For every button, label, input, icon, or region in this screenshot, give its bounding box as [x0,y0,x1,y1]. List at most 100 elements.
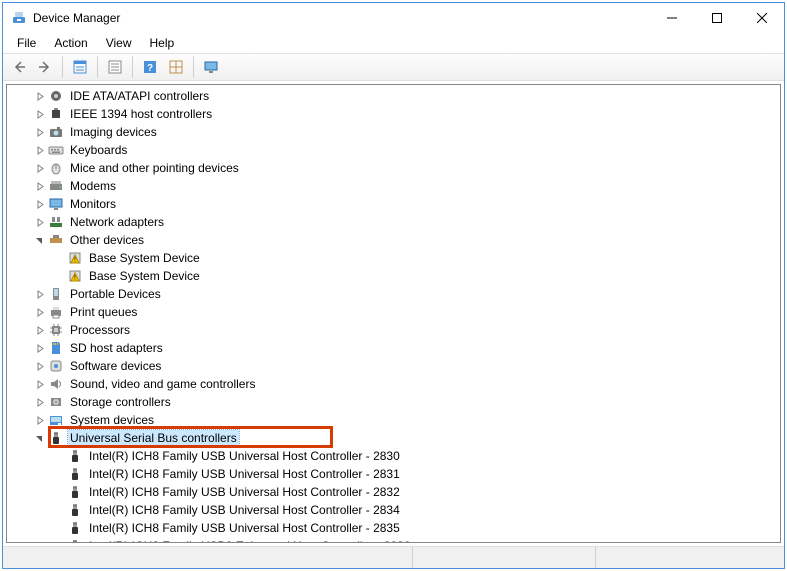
chevron-right-icon[interactable] [32,340,48,356]
tree-node[interactable]: Print queues [9,303,780,321]
app-icon [11,10,27,26]
tree-node[interactable]: !Base System Device [9,249,780,267]
tree-node-label: Modems [68,178,118,195]
expander-none [51,250,67,266]
device-manager-window: Device Manager File Action View Help [2,2,785,569]
tree-node[interactable]: Portable Devices [9,285,780,303]
toolbar: ? [3,53,784,81]
tree-node[interactable]: Keyboards [9,141,780,159]
imaging-icon [48,124,64,140]
toolbar-monitor-button[interactable] [199,55,223,79]
tree-node[interactable]: Modems [9,177,780,195]
chevron-right-icon[interactable] [32,322,48,338]
usb-icon [48,430,64,446]
toolbar-list-button[interactable] [103,55,127,79]
tree-node-label: SD host adapters [68,340,165,357]
toolbar-properties-button[interactable] [68,55,92,79]
tree-node[interactable]: !Base System Device [9,267,780,285]
toolbar-back-button[interactable] [7,55,31,79]
toolbar-grid-button[interactable] [164,55,188,79]
menu-view[interactable]: View [98,34,140,52]
menubar: File Action View Help [3,33,784,53]
toolbar-separator [193,56,194,78]
menu-file[interactable]: File [9,34,44,52]
maximize-button[interactable] [694,4,739,33]
chevron-right-icon[interactable] [32,88,48,104]
forward-arrow-icon [37,59,53,75]
keyboard-icon [48,142,64,158]
tree-node[interactable]: Storage controllers [9,393,780,411]
menu-help[interactable]: Help [142,34,183,52]
chevron-right-icon[interactable] [32,178,48,194]
chevron-right-icon[interactable] [32,106,48,122]
warn-icon: ! [67,250,83,266]
chevron-right-icon[interactable] [32,304,48,320]
tree-node[interactable]: Network adapters [9,213,780,231]
window-title: Device Manager [33,11,649,25]
ieee1394-icon [48,106,64,122]
tree-node-label: Base System Device [87,250,202,267]
titlebar: Device Manager [3,3,784,33]
expander-none [51,502,67,518]
tree-node[interactable]: SD host adapters [9,339,780,357]
menu-action[interactable]: Action [46,34,95,52]
properties-icon [72,59,88,75]
svg-text:!: ! [74,275,76,282]
tree-node[interactable]: IDE ATA/ATAPI controllers [9,87,780,105]
tree-node[interactable]: System devices [9,411,780,429]
tree-node[interactable]: Imaging devices [9,123,780,141]
list-icon [107,59,123,75]
close-button[interactable] [739,4,784,33]
tree-node-label: Other devices [68,232,146,249]
tree-node[interactable]: Mice and other pointing devices [9,159,780,177]
chevron-right-icon[interactable] [32,286,48,302]
tree-node[interactable]: Intel(R) ICH8 Family USB Universal Host … [9,465,780,483]
chevron-down-icon[interactable] [32,430,48,446]
chevron-right-icon[interactable] [32,394,48,410]
tree-node[interactable]: Intel(R) ICH8 Family USB Universal Host … [9,501,780,519]
minimize-button[interactable] [649,4,694,33]
back-arrow-icon [11,59,27,75]
chevron-right-icon[interactable] [32,214,48,230]
grid-icon [168,59,184,75]
chevron-right-icon[interactable] [32,376,48,392]
tree-node[interactable]: Intel(R) ICH8 Family USB Universal Host … [9,483,780,501]
chevron-right-icon[interactable] [32,124,48,140]
expander-none [51,448,67,464]
warn-icon: ! [67,268,83,284]
toolbar-forward-button[interactable] [33,55,57,79]
tree-node[interactable]: Universal Serial Bus controllers [9,429,780,447]
other-icon [48,232,64,248]
usb-dev-icon [67,484,83,500]
chevron-right-icon[interactable] [32,196,48,212]
tree-node-label: Imaging devices [68,124,159,141]
tree-node[interactable]: Software devices [9,357,780,375]
monitor-icon [203,59,219,75]
usb-dev-icon [67,520,83,536]
tree-node[interactable]: Processors [9,321,780,339]
chevron-right-icon[interactable] [32,142,48,158]
system-icon [48,412,64,428]
toolbar-help-button[interactable]: ? [138,55,162,79]
tree-node-label: System devices [68,412,156,429]
tree-node[interactable]: Intel(R) ICH8 Family USB Universal Host … [9,447,780,465]
chevron-down-icon[interactable] [32,232,48,248]
tree-node[interactable]: Sound, video and game controllers [9,375,780,393]
tree-node[interactable]: IEEE 1394 host controllers [9,105,780,123]
tree-node-label: Mice and other pointing devices [68,160,241,177]
tree-node[interactable]: Intel(R) ICH8 Family USB2 Enhanced Host … [9,537,780,542]
sound-icon [48,376,64,392]
printer-icon [48,304,64,320]
network-icon [48,214,64,230]
tree-node[interactable]: Intel(R) ICH8 Family USB Universal Host … [9,519,780,537]
tree-node[interactable]: Monitors [9,195,780,213]
usb-dev-icon [67,448,83,464]
tree-node[interactable]: Other devices [9,231,780,249]
chevron-right-icon[interactable] [32,412,48,428]
expander-none [51,520,67,536]
software-icon [48,358,64,374]
tree-node-label: Network adapters [68,214,166,231]
chevron-right-icon[interactable] [32,160,48,176]
device-tree[interactable]: IDE ATA/ATAPI controllersIEEE 1394 host … [7,85,780,542]
chevron-right-icon[interactable] [32,358,48,374]
